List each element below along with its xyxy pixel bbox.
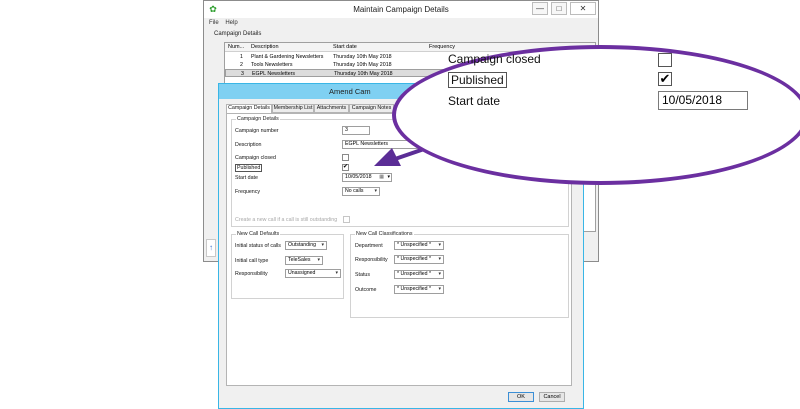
zoom-start-date-field: 10/05/2018 <box>658 91 748 110</box>
zoom-published-label: Published <box>448 72 507 88</box>
zoom-campaign-closed-checkbox <box>658 53 672 67</box>
zoom-published-checkbox: ✔ <box>658 71 672 86</box>
zoom-callout: Campaign closed Published ✔ Start date 1… <box>392 45 800 185</box>
callout-content: Campaign closed Published ✔ Start date 1… <box>440 45 800 185</box>
zoom-start-date-label: Start date <box>448 94 501 108</box>
zoom-campaign-closed-label: Campaign closed <box>448 52 541 66</box>
